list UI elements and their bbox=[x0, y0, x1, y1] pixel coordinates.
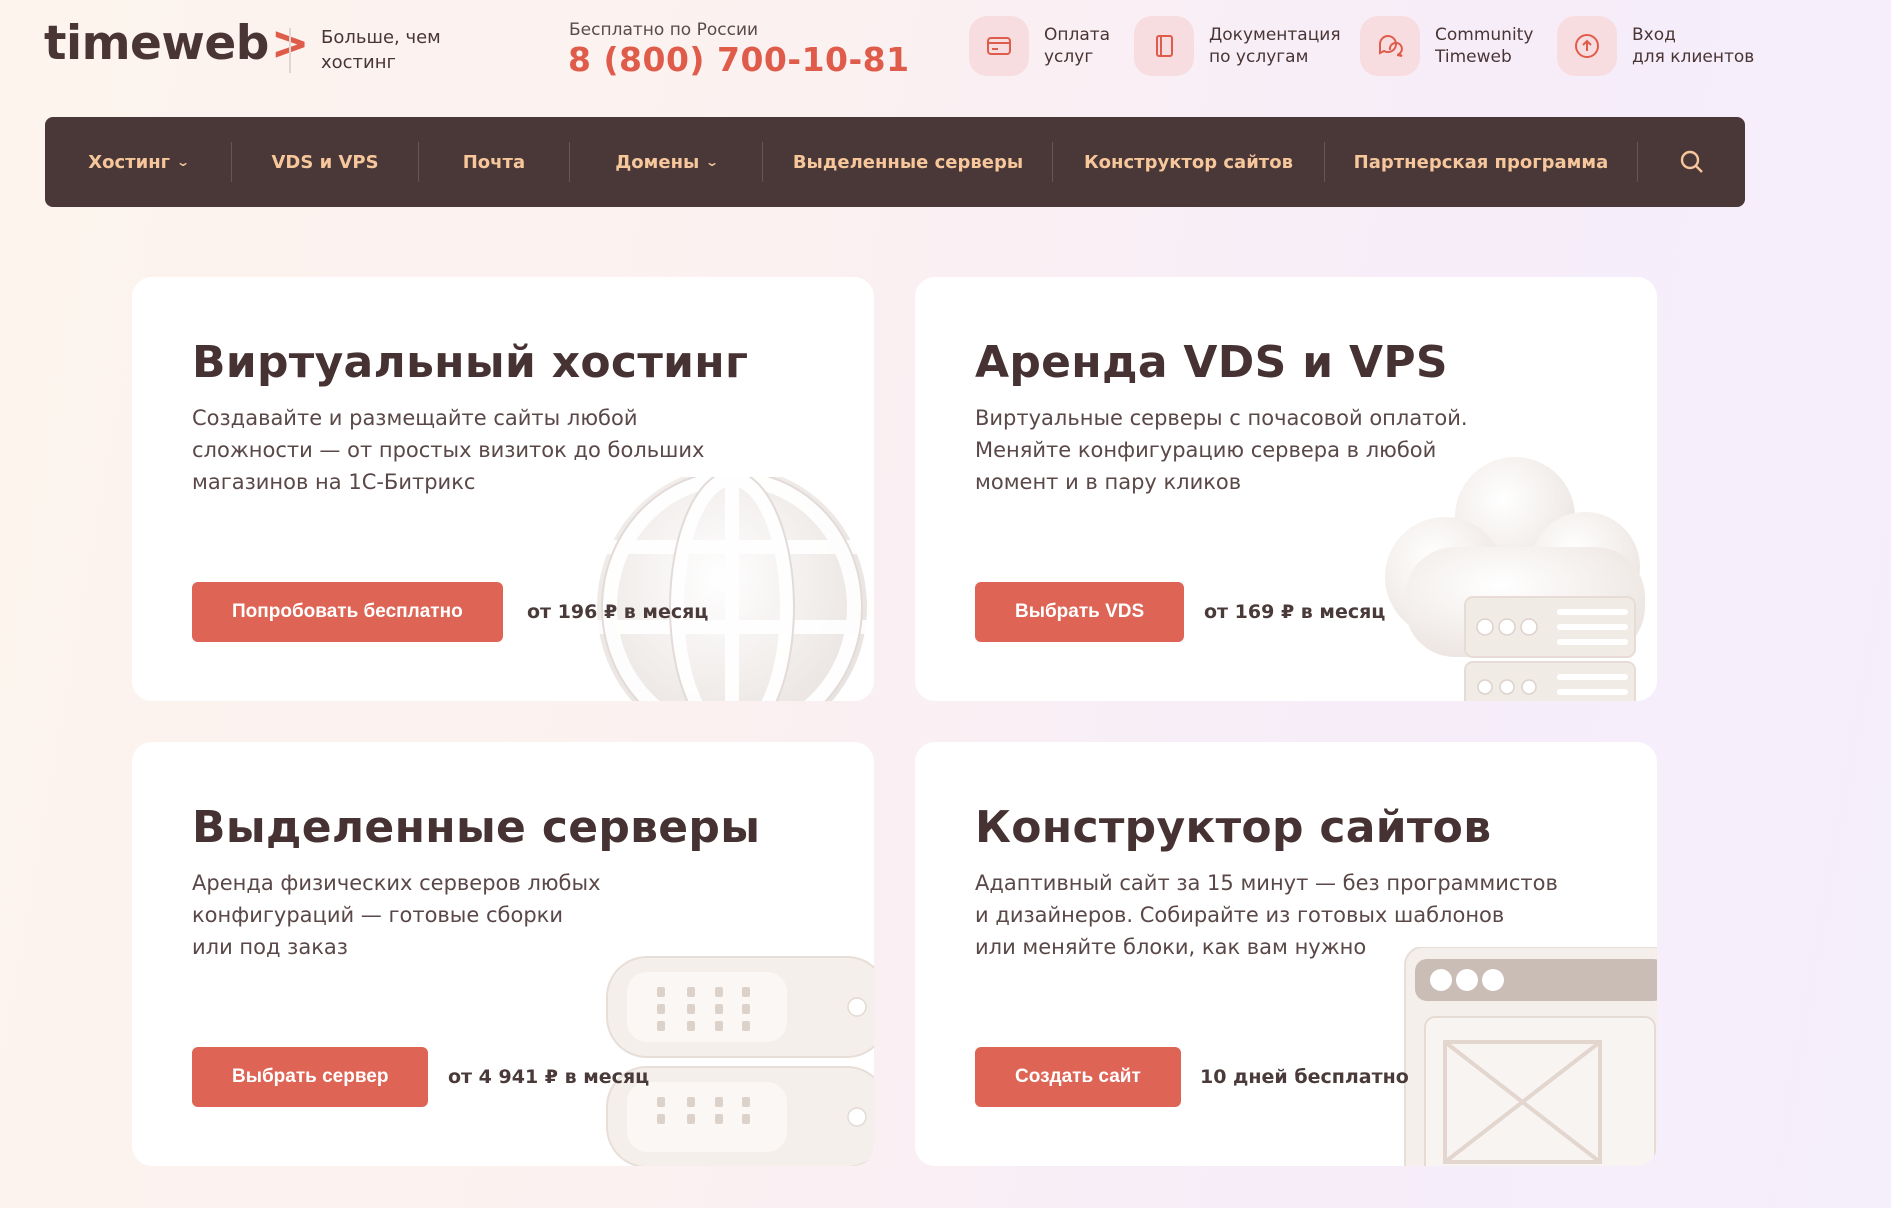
choose-vds-button[interactable]: Выбрать VDS bbox=[975, 582, 1185, 642]
quick-link-community-line2: Timeweb bbox=[1435, 47, 1512, 67]
try-free-button[interactable]: Попробовать бесплатно bbox=[192, 582, 503, 642]
logo-text: timeweb bbox=[44, 16, 269, 71]
card-description: Адаптивный сайт за 15 минут — без програ… bbox=[975, 867, 1558, 963]
card-description-line: или под заказ bbox=[192, 935, 348, 959]
main-nav: Хостинг ⌄ VDS и VPS Почта Домены ⌄ Выдел… bbox=[45, 117, 1745, 207]
nav-item-hosting-label: Хостинг bbox=[88, 151, 171, 173]
choose-server-button[interactable]: Выбрать сервер bbox=[192, 1047, 429, 1107]
card-description-line: или меняйте блоки, как вам нужно bbox=[975, 935, 1367, 959]
card-description-line: Создавайте и размещайте сайты любой bbox=[192, 406, 638, 430]
nav-item-vds-label: VDS и VPS bbox=[271, 151, 379, 173]
phone-caption: Бесплатно по России bbox=[569, 20, 759, 40]
nav-item-partners-label: Партнерская программа bbox=[1353, 151, 1609, 173]
card-description-line: и дизайнеров. Собирайте из готовых шабло… bbox=[975, 903, 1505, 927]
nav-item-dedicated-label: Выделенные серверы bbox=[792, 151, 1024, 173]
card-vds-vps: Аренда VDS и VPS Виртуальные серверы с п… bbox=[915, 277, 1657, 701]
create-site-button[interactable]: Создать сайт bbox=[975, 1047, 1181, 1107]
card-title: Аренда VDS и VPS bbox=[975, 337, 1448, 388]
quick-link-community-line1: Community bbox=[1435, 25, 1534, 45]
nav-item-vds[interactable]: VDS и VPS bbox=[232, 117, 417, 207]
card-title: Виртуальный хостинг bbox=[192, 337, 749, 388]
card-description: Виртуальные серверы с почасовой оплатой.… bbox=[975, 402, 1468, 498]
card-price: 10 дней бесплатно bbox=[1200, 1066, 1409, 1088]
quick-link-community[interactable]: Community Timeweb bbox=[1360, 16, 1533, 76]
nav-item-constructor-label: Конструктор сайтов bbox=[1083, 151, 1293, 173]
card-dedicated-servers: Выделенные серверы Аренда физических сер… bbox=[132, 742, 874, 1166]
logo-divider bbox=[289, 28, 291, 73]
card-description-line: Адаптивный сайт за 15 минут — без програ… bbox=[975, 871, 1558, 895]
chevron-down-icon: ⌄ bbox=[176, 155, 191, 169]
card-description: Создавайте и размещайте сайты любой слож… bbox=[192, 402, 704, 498]
quick-link-login-line2: для клиентов bbox=[1632, 47, 1755, 67]
browser-window-icon bbox=[1404, 947, 1657, 1166]
nav-item-mail-label: Почта bbox=[462, 151, 526, 173]
quick-link-docs-line2: по услугам bbox=[1209, 47, 1309, 67]
phone-number-link[interactable]: 8 (800) 700-10-81 bbox=[568, 40, 910, 79]
nav-item-dedicated[interactable]: Выделенные серверы bbox=[763, 117, 1052, 207]
nav-item-domains-label: Домены bbox=[615, 151, 700, 173]
card-description-line: Меняйте конфигурацию сервера в любой bbox=[975, 438, 1437, 462]
card-price: от 196 ₽ в месяц bbox=[527, 601, 709, 623]
quick-link-login-line1: Вход bbox=[1632, 25, 1676, 45]
quick-link-docs-line1: Документация bbox=[1209, 25, 1341, 45]
search-icon bbox=[1680, 150, 1703, 173]
card-description-line: конфигураций — готовые сборки bbox=[192, 903, 563, 927]
card-description-line: сложности — от простых визиток до больши… bbox=[192, 438, 705, 462]
nav-item-hosting[interactable]: Хостинг ⌄ bbox=[45, 117, 231, 207]
card-description-line: Виртуальные серверы с почасовой оплатой. bbox=[975, 406, 1468, 430]
site-header: timeweb > Больше, чем хостинг Бесплатно … bbox=[0, 0, 1891, 116]
logo[interactable]: timeweb > bbox=[44, 16, 309, 71]
card-icon bbox=[969, 16, 1029, 76]
card-title: Выделенные серверы bbox=[192, 802, 761, 853]
nav-item-partners[interactable]: Партнерская программа bbox=[1325, 117, 1638, 207]
chat-icon bbox=[1360, 16, 1420, 76]
card-description-line: момент и в пару кликов bbox=[975, 470, 1242, 494]
quick-link-login[interactable]: Вход для клиентов bbox=[1557, 16, 1754, 76]
login-icon bbox=[1557, 16, 1617, 76]
quick-link-docs[interactable]: Документация по услугам bbox=[1134, 16, 1341, 76]
card-virtual-hosting: Виртуальный хостинг Создавайте и размеща… bbox=[132, 277, 874, 701]
chevron-down-icon: ⌄ bbox=[705, 155, 720, 169]
card-description-line: Аренда физических серверов любых bbox=[192, 871, 601, 895]
card-description: Аренда физических серверов любых конфигу… bbox=[192, 867, 601, 963]
nav-item-domains[interactable]: Домены ⌄ bbox=[570, 117, 762, 207]
nav-item-constructor[interactable]: Конструктор сайтов bbox=[1053, 117, 1323, 207]
quick-link-payment-line1: Оплата bbox=[1044, 25, 1111, 45]
nav-item-mail[interactable]: Почта bbox=[419, 117, 569, 207]
card-description-line: магазинов на 1С-Битрикс bbox=[192, 470, 476, 494]
quick-link-payment-line2: услуг bbox=[1044, 47, 1094, 67]
book-icon bbox=[1134, 16, 1194, 76]
card-site-builder: Конструктор сайтов Адаптивный сайт за 15… bbox=[915, 742, 1657, 1166]
quick-link-payment[interactable]: Оплата услуг bbox=[969, 16, 1110, 76]
card-price: от 169 ₽ в месяц bbox=[1204, 601, 1386, 623]
card-title: Конструктор сайтов bbox=[975, 802, 1492, 853]
tagline: Больше, чем хостинг bbox=[321, 27, 441, 73]
card-price: от 4 941 ₽ в месяц bbox=[448, 1066, 650, 1088]
search-button[interactable] bbox=[1638, 117, 1745, 207]
